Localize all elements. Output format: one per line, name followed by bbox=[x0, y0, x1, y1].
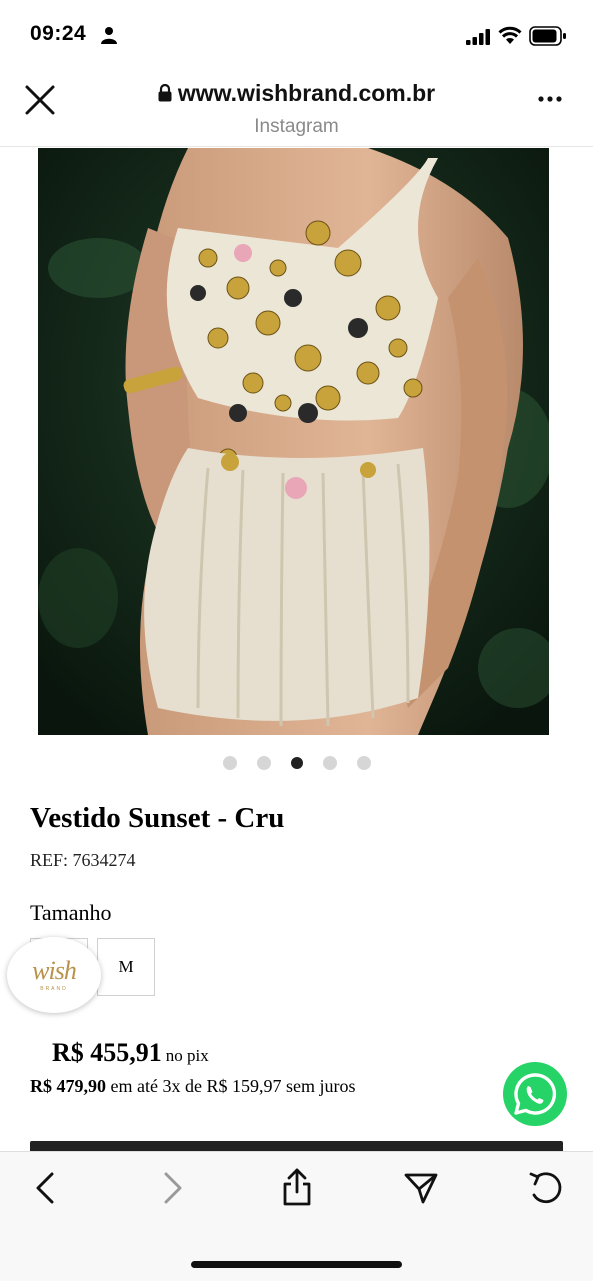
chevron-right-icon[interactable] bbox=[162, 1172, 184, 1204]
price-pix-label: no pix bbox=[165, 1046, 209, 1065]
installments-info: R$ 479,90 em até 3x de R$ 159,97 sem jur… bbox=[30, 1076, 355, 1097]
more-icon[interactable] bbox=[538, 96, 562, 102]
size-option-m[interactable]: M bbox=[97, 938, 155, 996]
whatsapp-icon[interactable] bbox=[502, 1061, 568, 1127]
signal-icon bbox=[466, 29, 490, 45]
carousel-dot[interactable] bbox=[356, 756, 371, 770]
send-icon[interactable] bbox=[404, 1172, 438, 1204]
installments-text: em até 3x de R$ 159,97 sem juros bbox=[110, 1076, 356, 1096]
person-icon bbox=[101, 27, 117, 44]
product-title: Vestido Sunset - Cru bbox=[30, 802, 285, 834]
buy-button-partial[interactable] bbox=[30, 1141, 563, 1151]
lock-icon bbox=[158, 83, 172, 102]
header-divider bbox=[0, 146, 593, 147]
price-pix-amount: R$ 455,91 bbox=[52, 1038, 162, 1067]
home-indicator[interactable] bbox=[191, 1261, 402, 1268]
url-bar[interactable]: www.wishbrand.com.br bbox=[0, 80, 593, 107]
chevron-left-icon[interactable] bbox=[34, 1172, 56, 1204]
product-image[interactable] bbox=[38, 148, 549, 735]
status-time: 09:24 bbox=[30, 22, 87, 45]
carousel-dot[interactable] bbox=[256, 756, 271, 770]
wifi-icon bbox=[498, 26, 522, 44]
reload-icon[interactable] bbox=[528, 1170, 564, 1206]
size-label: Tamanho bbox=[30, 900, 112, 925]
product-photo-illustration bbox=[38, 148, 549, 735]
price-full: R$ 479,90 bbox=[30, 1076, 106, 1096]
battery-icon bbox=[529, 26, 566, 46]
brand-chat-badge[interactable]: wish BRAND bbox=[7, 937, 101, 1013]
carousel-dot[interactable] bbox=[322, 756, 337, 770]
price-pix: R$ 455,91 no pix bbox=[52, 1038, 209, 1068]
carousel-dot[interactable] bbox=[222, 756, 237, 770]
url-text: www.wishbrand.com.br bbox=[177, 80, 436, 106]
brand-logo-text: wish bbox=[32, 956, 77, 985]
carousel-indicator[interactable] bbox=[0, 756, 593, 770]
carousel-dot-active[interactable] bbox=[290, 757, 303, 769]
share-icon[interactable] bbox=[281, 1168, 313, 1206]
product-ref: REF: 7634274 bbox=[30, 850, 136, 870]
brand-logo-subtext: BRAND bbox=[40, 986, 68, 992]
source-label: Instagram bbox=[254, 116, 339, 137]
